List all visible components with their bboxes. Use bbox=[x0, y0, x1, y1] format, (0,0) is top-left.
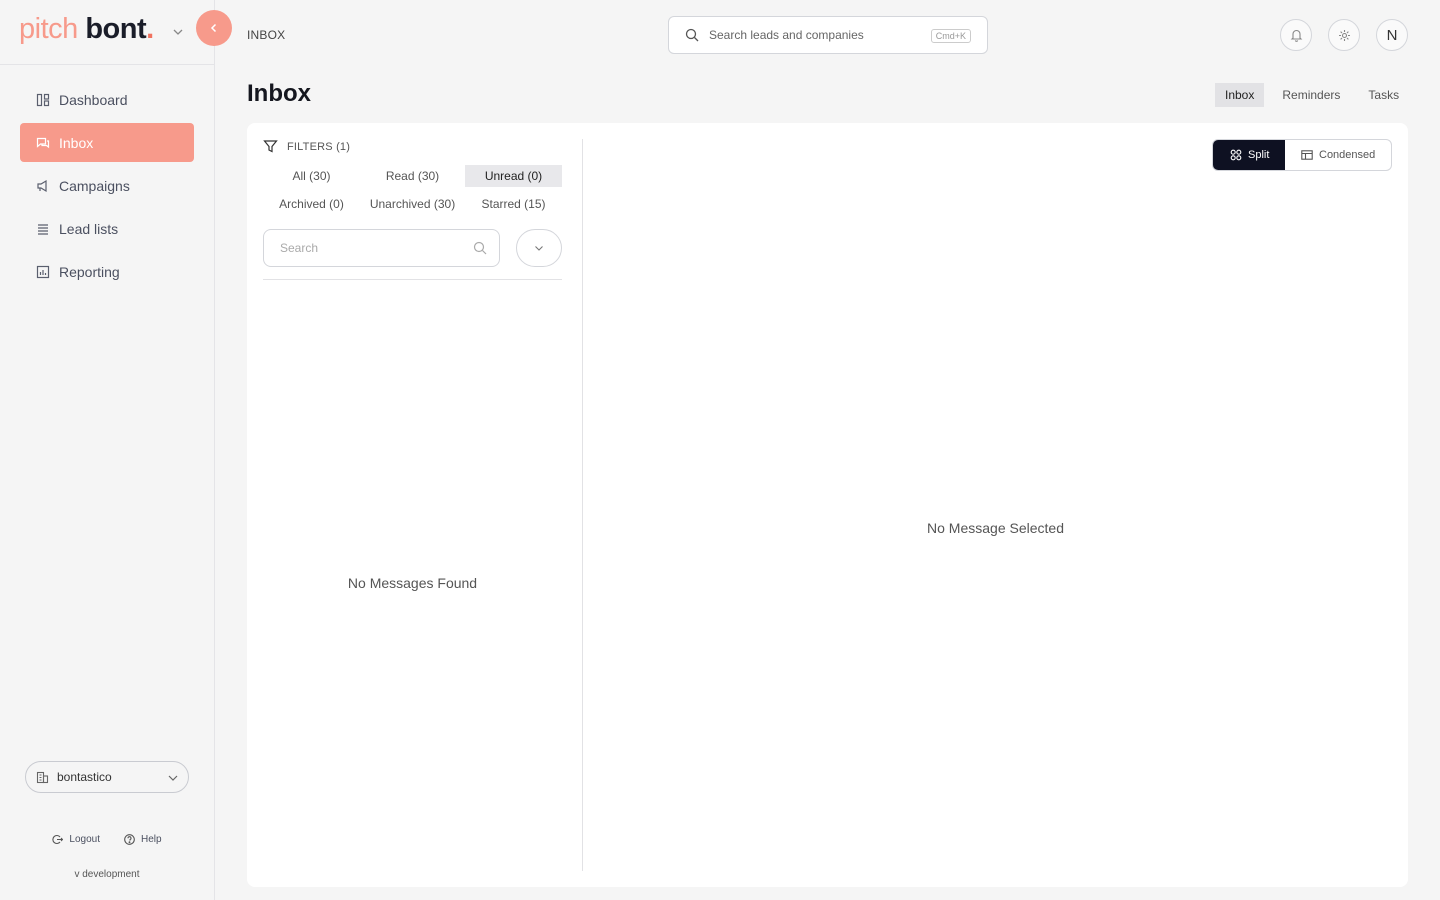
bell-icon bbox=[1290, 29, 1302, 42]
global-search-placeholder: Search leads and companies bbox=[709, 28, 864, 42]
workspace-selector[interactable]: bontastico bbox=[25, 761, 189, 793]
view-condensed-label: Condensed bbox=[1319, 149, 1376, 161]
shortcut-badge: Cmd+K bbox=[930, 29, 971, 43]
message-search-placeholder: Search bbox=[280, 241, 319, 255]
table-icon bbox=[1301, 149, 1313, 161]
tab-tasks[interactable]: Tasks bbox=[1358, 83, 1409, 107]
filters-toggle[interactable]: FILTERS (1) bbox=[263, 139, 350, 154]
global-search-input[interactable]: Search leads and companies Cmd+K bbox=[668, 16, 988, 54]
sidebar-item-campaigns[interactable]: Campaigns bbox=[20, 166, 194, 205]
segment-unread[interactable]: Unread (0) bbox=[465, 165, 562, 187]
logo-part-bont: bont bbox=[85, 13, 147, 45]
settings-button[interactable] bbox=[1328, 19, 1360, 51]
sidebar: pitch bont. Dashboard Inbox Campaigns Le… bbox=[0, 0, 215, 900]
chevron-down-icon bbox=[168, 775, 178, 781]
grid-icon bbox=[1230, 149, 1242, 161]
collapse-sidebar-button[interactable] bbox=[196, 10, 232, 46]
help-link[interactable]: Help bbox=[124, 834, 162, 845]
segment-starred[interactable]: Starred (15) bbox=[465, 193, 562, 215]
gear-icon bbox=[1338, 29, 1350, 41]
logout-label: Logout bbox=[69, 834, 100, 845]
sidebar-item-inbox[interactable]: Inbox bbox=[20, 123, 194, 162]
chevron-down-icon bbox=[535, 246, 543, 251]
avatar-initial: N bbox=[1386, 26, 1398, 44]
sidebar-item-label: Dashboard bbox=[59, 91, 128, 108]
view-mode-toggle: Split Condensed bbox=[1212, 139, 1393, 171]
sidebar-item-lead-lists[interactable]: Lead lists bbox=[20, 209, 194, 248]
logo[interactable]: pitch bont. bbox=[19, 11, 154, 47]
sidebar-nav: Dashboard Inbox Campaigns Lead lists Rep… bbox=[20, 80, 194, 295]
logout-icon bbox=[52, 834, 64, 845]
help-icon bbox=[124, 834, 135, 845]
sidebar-item-label: Inbox bbox=[59, 134, 94, 151]
list-icon bbox=[36, 222, 50, 236]
sidebar-item-label: Campaigns bbox=[59, 177, 130, 194]
chevron-down-icon[interactable] bbox=[172, 26, 184, 38]
notifications-button[interactable] bbox=[1280, 19, 1312, 51]
logo-row: pitch bont. bbox=[0, 0, 214, 65]
filter-icon bbox=[263, 139, 278, 154]
user-avatar[interactable]: N bbox=[1376, 19, 1408, 51]
segment-all[interactable]: All (30) bbox=[263, 165, 360, 187]
breadcrumb: INBOX bbox=[247, 28, 286, 42]
search-icon bbox=[473, 241, 487, 255]
view-split-label: Split bbox=[1248, 149, 1270, 161]
segment-unarchived[interactable]: Unarchived (30) bbox=[360, 193, 465, 215]
segment-read[interactable]: Read (30) bbox=[360, 165, 465, 187]
logo-dot: . bbox=[146, 13, 154, 45]
chat-icon bbox=[36, 136, 50, 150]
logout-link[interactable]: Logout bbox=[52, 834, 100, 845]
empty-detail-message: No Message Selected bbox=[927, 520, 1064, 536]
sidebar-item-label: Reporting bbox=[59, 263, 120, 280]
help-label: Help bbox=[141, 834, 162, 845]
message-search-input[interactable]: Search bbox=[263, 229, 500, 267]
filters-label: FILTERS (1) bbox=[287, 140, 351, 153]
view-split-button[interactable]: Split bbox=[1213, 140, 1285, 170]
panel-divider bbox=[582, 139, 583, 871]
view-condensed-button[interactable]: Condensed bbox=[1285, 140, 1391, 170]
inbox-panel: FILTERS (1) All (30) Read (30) Unread (0… bbox=[247, 123, 1408, 887]
sidebar-footer: Logout Help bbox=[0, 834, 214, 845]
logo-part-pitch: pitch bbox=[19, 13, 78, 45]
sort-dropdown-button[interactable] bbox=[516, 229, 562, 267]
chart-icon bbox=[36, 265, 50, 279]
page-tabs: Inbox Reminders Tasks bbox=[1215, 83, 1417, 107]
empty-list-message: No Messages Found bbox=[347, 575, 478, 591]
building-icon bbox=[36, 771, 49, 784]
chevron-left-icon bbox=[210, 23, 217, 33]
sidebar-item-dashboard[interactable]: Dashboard bbox=[20, 80, 194, 119]
search-icon bbox=[685, 28, 699, 42]
megaphone-icon bbox=[36, 179, 50, 193]
page-title: Inbox bbox=[247, 80, 311, 107]
segment-archived[interactable]: Archived (0) bbox=[263, 193, 360, 215]
tab-reminders[interactable]: Reminders bbox=[1272, 83, 1350, 107]
message-filter-segments: All (30) Read (30) Unread (0) Archived (… bbox=[263, 165, 562, 215]
dashboard-icon bbox=[36, 93, 50, 107]
sidebar-item-label: Lead lists bbox=[59, 220, 119, 237]
tab-inbox[interactable]: Inbox bbox=[1215, 83, 1265, 107]
version-label: v development bbox=[74, 869, 140, 880]
list-divider bbox=[263, 279, 562, 280]
sidebar-item-reporting[interactable]: Reporting bbox=[20, 252, 194, 291]
workspace-name: bontastico bbox=[57, 770, 112, 784]
